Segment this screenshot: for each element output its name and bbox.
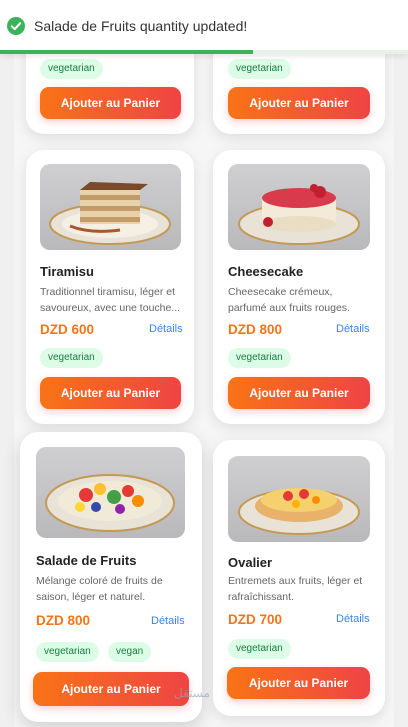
tag-vegetarian: vegetarian bbox=[228, 59, 291, 79]
product-name: Tiramisu bbox=[40, 264, 94, 279]
tag-vegetarian: vegetarian bbox=[228, 348, 291, 368]
product-name: Ovalier bbox=[228, 555, 273, 570]
product-description: Traditionnel tiramisu, léger et savoureu… bbox=[40, 286, 181, 314]
product-card-cheesecake[interactable]: Cheesecake Cheesecake crémeux, parfumé a… bbox=[213, 150, 385, 424]
check-circle-icon bbox=[7, 17, 25, 35]
product-card-salade-de-fruits[interactable]: Salade de Fruits Mélange coloré de fruit… bbox=[20, 432, 202, 722]
tag-vegetarian: vegetarian bbox=[40, 348, 103, 368]
product-price: DZD 700 bbox=[228, 612, 283, 627]
fruit-salad-image-icon bbox=[45, 474, 175, 532]
product-description: Entremets aux fruits, léger et rafraîchi… bbox=[228, 575, 363, 603]
toast-notification[interactable]: Salade de Fruits quantity updated! bbox=[0, 0, 408, 54]
details-link[interactable]: Détails bbox=[149, 323, 183, 335]
tag-vegetarian: vegetarian bbox=[36, 642, 99, 662]
product-description: Mélange coloré de fruits de saison, lége… bbox=[36, 575, 163, 603]
product-name: Cheesecake bbox=[228, 264, 304, 279]
add-to-cart-button[interactable]: Ajouter au Panier bbox=[228, 377, 370, 409]
tag-vegetarian: vegetarian bbox=[40, 59, 103, 79]
toast-message: Salade de Fruits quantity updated! bbox=[34, 18, 248, 34]
product-card-ovalier[interactable]: Ovalier Entremets aux fruits, léger et r… bbox=[213, 440, 385, 716]
details-link[interactable]: Détails bbox=[336, 613, 370, 625]
tiramisu-image-icon bbox=[49, 182, 171, 245]
product-image-tiramisu bbox=[40, 164, 181, 250]
cheesecake-image-icon bbox=[238, 184, 360, 245]
ovalier-image-icon bbox=[238, 488, 360, 535]
product-image-ovalier bbox=[228, 456, 370, 542]
product-image-salade-de-fruits bbox=[36, 447, 185, 538]
product-card-tiramisu[interactable]: Tiramisu Traditionnel tiramisu, léger et… bbox=[26, 150, 194, 424]
add-to-cart-button[interactable]: Ajouter au Panier bbox=[40, 377, 181, 409]
details-link[interactable]: Détails bbox=[151, 615, 185, 627]
watermark-logo: مستقل bbox=[174, 686, 210, 700]
details-link[interactable]: Détails bbox=[336, 323, 370, 335]
product-price: DZD 600 bbox=[40, 322, 95, 337]
add-to-cart-button[interactable]: Ajouter au Panier bbox=[40, 87, 181, 119]
toast-progress-bar bbox=[0, 50, 253, 54]
product-name: Salade de Fruits bbox=[36, 553, 137, 568]
product-price: DZD 800 bbox=[36, 613, 91, 628]
add-to-cart-button[interactable]: Ajouter au Panier bbox=[228, 87, 370, 119]
tag-vegan: vegan bbox=[108, 642, 152, 662]
tag-vegetarian: vegetarian bbox=[228, 639, 291, 659]
product-description: Cheesecake crémeux, parfumé aux fruits r… bbox=[228, 286, 350, 314]
add-to-cart-button[interactable]: Ajouter au Panier bbox=[227, 667, 370, 699]
add-to-cart-button[interactable]: Ajouter au Panier bbox=[33, 672, 189, 706]
product-image-cheesecake bbox=[228, 164, 370, 250]
product-price: DZD 800 bbox=[228, 322, 283, 337]
